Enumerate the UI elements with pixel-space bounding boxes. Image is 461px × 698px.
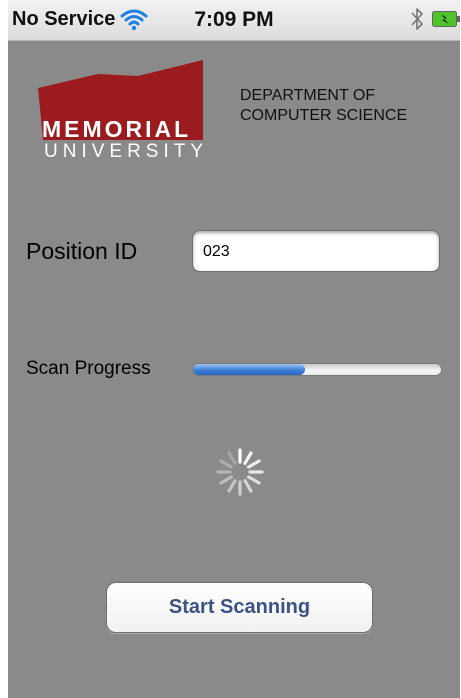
- app-screen: No Service 7:09 PM MEMORIAL UNIVERSITY D…: [8, 0, 460, 698]
- phone-frame: No Service 7:09 PM MEMORIAL UNIVERSITY D…: [0, 0, 461, 698]
- university-logo: MEMORIAL UNIVERSITY: [38, 60, 208, 168]
- position-id-label: Position ID: [26, 238, 138, 264]
- spinner-spoke: [243, 479, 253, 493]
- scan-progress-bar: [192, 363, 442, 376]
- scan-progress-fill: [193, 364, 305, 375]
- spinner-spoke: [247, 459, 261, 469]
- department-line-1: DEPARTMENT OF: [240, 87, 376, 104]
- spinner-spoke: [227, 479, 237, 493]
- spinner-spoke: [227, 451, 237, 465]
- status-bar: No Service 7:09 PM: [8, 0, 460, 41]
- spinner-spoke: [247, 475, 261, 485]
- activity-spinner-icon: [216, 448, 264, 496]
- position-id-input[interactable]: 023: [192, 230, 440, 272]
- clock-time: 7:09 PM: [194, 8, 274, 31]
- department-title: DEPARTMENT OF COMPUTER SCIENCE: [240, 86, 407, 126]
- logo-text-memorial: MEMORIAL: [42, 116, 192, 142]
- logo-text-university: UNIVERSITY: [44, 141, 209, 162]
- scan-progress-label: Scan Progress: [26, 358, 151, 379]
- spinner-spoke: [219, 459, 233, 469]
- start-scanning-button[interactable]: Start Scanning: [106, 582, 373, 633]
- spinner-spoke: [243, 451, 253, 465]
- bluetooth-icon: [411, 8, 423, 30]
- department-line-2: COMPUTER SCIENCE: [240, 107, 408, 124]
- battery-charging-icon: [432, 11, 460, 27]
- spinner-spoke: [219, 475, 233, 485]
